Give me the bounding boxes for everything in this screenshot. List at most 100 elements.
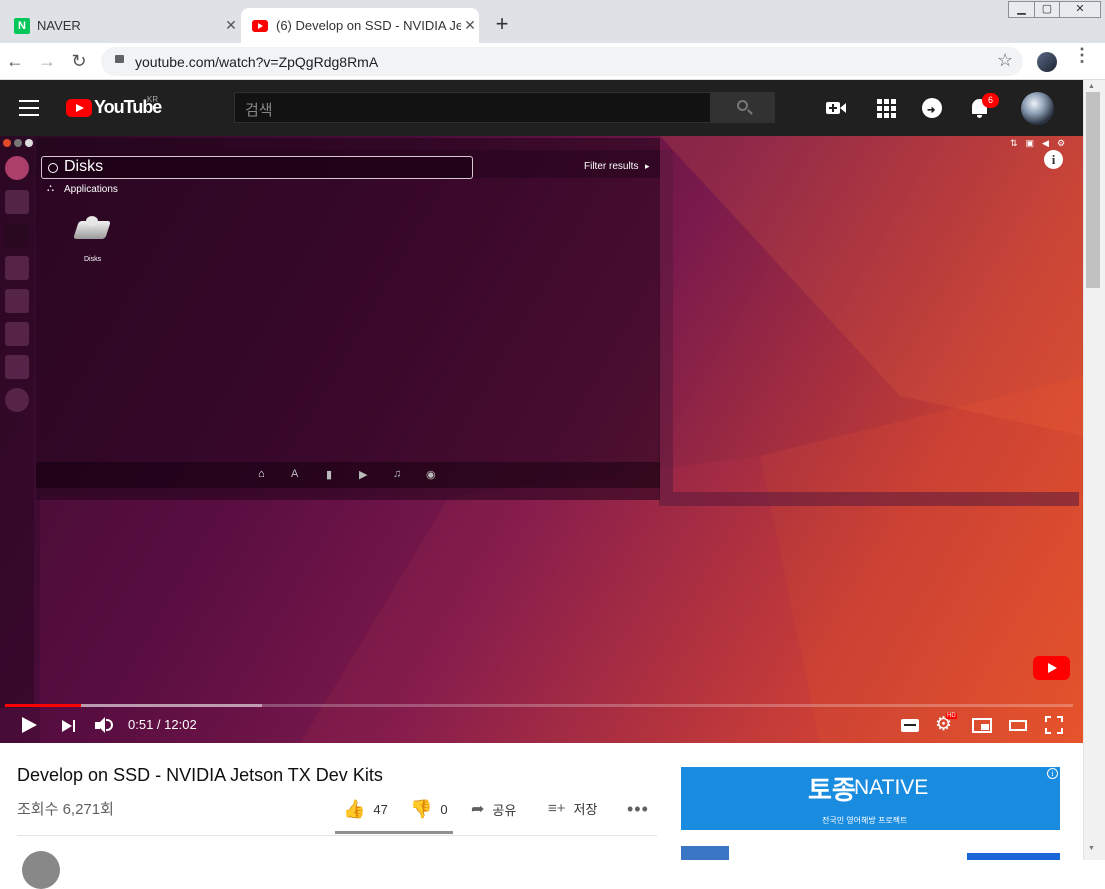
like-count: 47 <box>373 802 388 817</box>
create-video-icon[interactable] <box>825 97 847 119</box>
subtitles-button[interactable] <box>899 714 921 736</box>
youtube-logo[interactable]: YouTube KR <box>66 95 162 119</box>
minimize-button[interactable]: ▁ <box>1008 1 1035 18</box>
save-label: 저장 <box>573 802 598 817</box>
fullscreen-button[interactable] <box>1043 714 1065 736</box>
launcher-calc-icon[interactable] <box>5 289 29 313</box>
dash-lens-bar: ⌂ A ▮ ▶ ♫ ◉ <box>36 462 660 488</box>
tab-youtube[interactable]: (6) Develop on SSD - NVIDIA Je ✕ <box>241 8 479 43</box>
address-bar[interactable]: youtube.com/watch?v=ZpQgRdg8RmA ☆ <box>101 47 1023 76</box>
video-title: Develop on SSD - NVIDIA Jetson TX Dev Ki… <box>17 765 383 785</box>
apps-lens-icon[interactable]: A <box>291 468 298 480</box>
launcher-terminal-icon[interactable] <box>5 223 29 247</box>
tab-naver[interactable]: N NAVER ✕ <box>8 8 240 43</box>
section-divider <box>17 835 657 836</box>
bookmark-star-icon[interactable]: ☆ <box>997 50 1013 71</box>
hamburger-menu-icon[interactable] <box>19 100 39 116</box>
apps-grid-icon[interactable] <box>875 97 897 119</box>
scrollbar-thumb[interactable] <box>1086 92 1100 288</box>
applications-section-label: Applications <box>64 184 118 195</box>
home-lens-icon[interactable]: ⌂ <box>258 468 265 480</box>
miniplayer-button[interactable] <box>971 714 993 736</box>
scroll-up-icon[interactable]: ▲ <box>1088 83 1095 90</box>
youtube-watermark-icon[interactable] <box>1033 656 1070 680</box>
ubuntu-minimize-icon <box>14 139 22 147</box>
disks-app-icon[interactable] <box>73 213 111 243</box>
forward-button[interactable]: → <box>36 51 58 73</box>
filter-results-label[interactable]: Filter results <box>584 161 638 172</box>
share-label: 공유 <box>492 802 517 818</box>
ad-subtitle: 전국민 영어해방 프로젝트 <box>822 816 908 825</box>
ubuntu-maximize-icon <box>25 139 33 147</box>
ubuntu-indicator-icons: ⇅▣◀⚙ <box>1010 138 1074 148</box>
launcher-impress-icon[interactable] <box>5 322 29 346</box>
window-frame <box>659 150 1079 506</box>
browser-tab-strip: N NAVER ✕ (6) Develop on SSD - NVIDIA Je… <box>0 0 1105 43</box>
music-lens-icon[interactable]: ♫ <box>393 468 401 480</box>
reload-button[interactable]: ↻ <box>68 51 90 73</box>
tab-title: NAVER <box>37 18 81 33</box>
browser-toolbar: ← → ↻ youtube.com/watch?v=ZpQgRdg8RmA ☆ … <box>0 43 1105 80</box>
like-button[interactable]: 👍 47 <box>343 799 388 820</box>
photo-lens-icon[interactable]: ◉ <box>426 468 436 481</box>
close-tab-icon[interactable]: ✕ <box>222 17 240 34</box>
search-button[interactable] <box>711 92 775 123</box>
more-actions-icon[interactable]: ••• <box>627 799 649 820</box>
save-button[interactable]: ≡+ 저장 <box>548 799 597 818</box>
like-dislike-bar <box>335 831 453 834</box>
volume-button[interactable] <box>93 714 115 736</box>
scroll-down-icon[interactable]: ▼ <box>1088 845 1095 852</box>
dash-search-input[interactable] <box>41 156 473 179</box>
thumbs-down-icon: 👎 <box>410 799 433 819</box>
filter-arrow-icon: ▸ <box>645 161 650 171</box>
time-display: 0:51 / 12:02 <box>128 717 197 732</box>
share-button[interactable]: ➦ 공유 <box>471 799 516 819</box>
ubuntu-launcher <box>0 148 34 708</box>
url-text: youtube.com/watch?v=ZpQgRdg8RmA <box>135 54 379 70</box>
new-tab-button[interactable]: + <box>490 12 514 36</box>
ad-brand: 토종 NATIVE <box>808 770 936 814</box>
launcher-settings-icon[interactable] <box>5 388 29 412</box>
dash-search-text: Disks <box>64 158 104 175</box>
lock-icon <box>115 55 124 63</box>
applications-section-icon: ⛬ <box>47 183 54 194</box>
info-card-icon[interactable]: i <box>1044 150 1063 169</box>
maximize-button[interactable]: ▢ <box>1034 1 1060 18</box>
close-tab-icon[interactable]: ✕ <box>461 17 479 34</box>
theater-mode-button[interactable] <box>1007 714 1029 736</box>
channel-avatar[interactable] <box>22 851 60 889</box>
account-avatar[interactable] <box>1021 92 1054 125</box>
profile-avatar[interactable] <box>1037 52 1057 72</box>
play-button[interactable] <box>18 714 40 736</box>
recommended-banner[interactable] <box>967 853 1060 860</box>
messages-icon[interactable]: ➜ <box>921 97 943 119</box>
youtube-favicon-icon <box>252 19 268 32</box>
next-button[interactable] <box>58 714 80 736</box>
ubuntu-logo-icon[interactable] <box>5 156 29 180</box>
disks-app-label: Disks <box>84 256 102 263</box>
chrome-menu-icon[interactable]: ⋮ <box>1073 46 1091 64</box>
search-icon <box>737 100 748 111</box>
region-badge: KR <box>147 95 159 104</box>
search-input[interactable]: 검색 <box>234 92 711 123</box>
video-lens-icon[interactable]: ▶ <box>359 468 367 481</box>
thumbs-up-icon: 👍 <box>343 799 366 819</box>
files-lens-icon[interactable]: ▮ <box>326 468 332 481</box>
settings-gear-icon[interactable]: ⚙ HD <box>935 713 957 736</box>
ubuntu-close-icon <box>3 139 11 147</box>
dash-search-icon <box>48 163 58 173</box>
view-count: 조회수 6,271회 <box>17 801 114 818</box>
youtube-masthead: YouTube KR 검색 ➜ 6 <box>0 80 1083 136</box>
dislike-count: 0 <box>440 802 448 817</box>
ad-brand-korean: 토종 <box>808 775 856 805</box>
tab-title: (6) Develop on SSD - NVIDIA Je <box>276 18 461 33</box>
dislike-button[interactable]: 👎 0 <box>410 799 448 820</box>
launcher-writer-icon[interactable] <box>5 256 29 280</box>
window-close-button[interactable]: ✕ <box>1059 1 1101 18</box>
ad-info-icon[interactable]: i <box>1047 768 1058 779</box>
recommended-thumbnail[interactable] <box>681 846 729 860</box>
launcher-software-icon[interactable] <box>5 355 29 379</box>
back-button[interactable]: ← <box>4 51 26 73</box>
launcher-files-icon[interactable] <box>5 190 29 214</box>
add-to-playlist-icon: ≡+ <box>548 800 566 817</box>
